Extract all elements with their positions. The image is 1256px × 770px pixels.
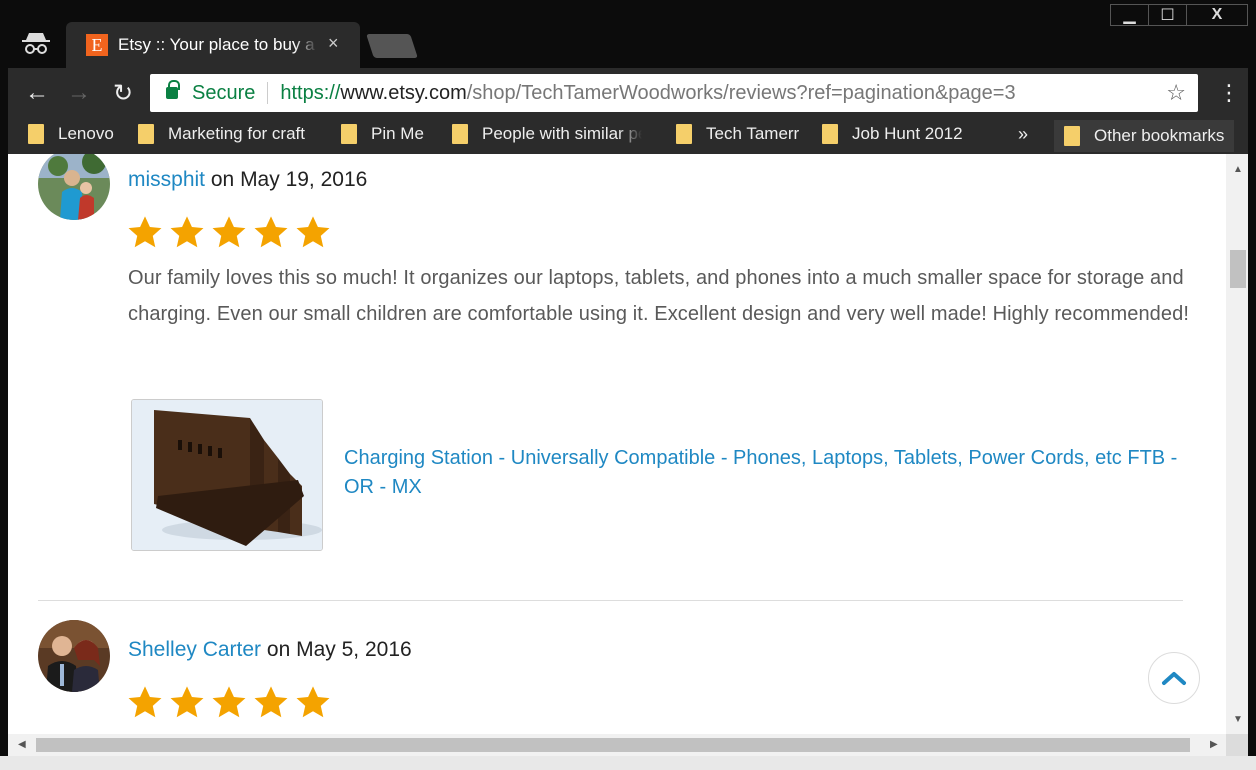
tab-title: Etsy :: Your place to buy a bbox=[118, 35, 318, 55]
menu-dots-icon[interactable]: ⋮ bbox=[1218, 78, 1240, 108]
horizontal-scrollbar[interactable]: ◀ ▶ bbox=[8, 734, 1226, 756]
other-bookmarks[interactable]: Other bookmarks bbox=[1054, 120, 1235, 152]
bookmark-label: Pin Me bbox=[371, 124, 424, 143]
avatar[interactable] bbox=[38, 620, 110, 692]
review-date: on May 19, 2016 bbox=[210, 168, 368, 191]
back-arrow-icon[interactable]: ← bbox=[22, 78, 52, 108]
etsy-favicon: E bbox=[86, 34, 108, 56]
tab-etsy[interactable]: E Etsy :: Your place to buy a × bbox=[66, 22, 360, 68]
folder-icon bbox=[138, 124, 154, 144]
star-rating bbox=[126, 214, 332, 252]
review-text: Our family loves this so much! It organi… bbox=[128, 267, 1190, 325]
vertical-scrollbar[interactable]: ▲ ▼ bbox=[1226, 154, 1248, 734]
reviewer-line: Shelley Carter on May 5, 2016 bbox=[128, 638, 412, 662]
star-rating-icon bbox=[170, 686, 204, 718]
lock-icon bbox=[166, 80, 180, 99]
folder-icon bbox=[28, 124, 44, 144]
scrollbar-corner bbox=[1226, 734, 1248, 756]
star-rating-icon bbox=[254, 686, 288, 718]
bookmark-pin-me[interactable]: Pin Me bbox=[341, 124, 424, 144]
address-separator bbox=[267, 82, 269, 104]
bookmark-marketing-for-craft[interactable]: Marketing for craft bbox=[138, 124, 305, 144]
desktop-background bbox=[0, 756, 1256, 770]
folder-icon bbox=[676, 124, 692, 144]
toolbar: ← → ↻ Secure https://www.etsy.com/shop/T… bbox=[8, 68, 1248, 118]
close-window-button[interactable]: X bbox=[1186, 4, 1248, 26]
bookmarks-overflow-icon[interactable]: » bbox=[1018, 124, 1028, 145]
browser-window: ▁ ☐ X E Etsy :: Your place to buy a × ← … bbox=[0, 0, 1256, 770]
avatar[interactable] bbox=[38, 154, 110, 220]
page-viewport: missphit on May 19, 2016 Our family love… bbox=[8, 154, 1226, 734]
url-path: /shop/TechTamerWoodworks/reviews?ref=pag… bbox=[466, 81, 1016, 104]
star-rating-icon bbox=[170, 216, 204, 248]
star-rating-icon bbox=[254, 216, 288, 248]
other-bookmarks-label: Other bookmarks bbox=[1094, 126, 1225, 145]
vertical-scroll-thumb[interactable] bbox=[1230, 250, 1246, 288]
reviewer-name-link[interactable]: missphit bbox=[128, 168, 205, 191]
chevron-up-icon bbox=[1162, 672, 1186, 685]
scroll-up-arrow-icon[interactable]: ▲ bbox=[1233, 164, 1243, 175]
new-tab-button[interactable] bbox=[366, 34, 418, 58]
maximize-button[interactable]: ☐ bbox=[1148, 4, 1186, 26]
bookmark-label: Marketing for craft bbox=[168, 124, 305, 143]
star-rating-icon bbox=[212, 216, 246, 248]
horizontal-scroll-thumb[interactable] bbox=[36, 738, 1190, 752]
bookmark-label: Tech Tamerr bbox=[706, 124, 800, 143]
url-scheme: https:// bbox=[280, 81, 341, 104]
forward-arrow-icon[interactable]: → bbox=[64, 78, 94, 108]
bookmark-label: People with similar pe bbox=[482, 124, 642, 144]
url-host: www.etsy.com bbox=[340, 81, 467, 104]
bookmark-label: Lenovo bbox=[58, 124, 114, 143]
scroll-to-top-button[interactable] bbox=[1148, 652, 1200, 704]
product-link[interactable]: Charging Station - Universally Compatibl… bbox=[344, 444, 1204, 502]
scroll-down-arrow-icon[interactable]: ▼ bbox=[1233, 714, 1243, 725]
minimize-button[interactable]: ▁ bbox=[1110, 4, 1148, 26]
star-rating-icon bbox=[128, 686, 162, 718]
star-rating bbox=[126, 684, 332, 722]
address-bar[interactable]: Secure https://www.etsy.com/shop/TechTam… bbox=[150, 74, 1198, 112]
security-label: Secure bbox=[192, 81, 256, 104]
folder-icon bbox=[341, 124, 357, 144]
scroll-right-arrow-icon[interactable]: ▶ bbox=[1210, 739, 1218, 750]
incognito-icon[interactable] bbox=[20, 30, 52, 56]
bookmark-people-with-similar[interactable]: People with similar pe bbox=[452, 124, 642, 144]
reviewer-line: missphit on May 19, 2016 bbox=[128, 168, 367, 192]
bookmark-lenovo[interactable]: Lenovo bbox=[28, 124, 114, 144]
scroll-left-arrow-icon[interactable]: ◀ bbox=[18, 739, 26, 750]
review-divider bbox=[38, 600, 1183, 601]
reload-icon[interactable]: ↻ bbox=[108, 78, 138, 108]
product-thumbnail[interactable] bbox=[131, 399, 323, 551]
bookmark-star-icon[interactable]: ☆ bbox=[1166, 80, 1186, 106]
bookmark-label: Job Hunt 2012 bbox=[852, 124, 963, 143]
window-controls: ▁ ☐ X bbox=[1110, 4, 1248, 26]
review-date: on May 5, 2016 bbox=[266, 638, 412, 661]
reviewer-name-link[interactable]: Shelley Carter bbox=[128, 638, 261, 661]
folder-icon bbox=[1064, 126, 1080, 146]
bookmark-tech-tamerr[interactable]: Tech Tamerr bbox=[676, 124, 799, 144]
tab-close-icon[interactable]: × bbox=[328, 33, 339, 54]
bookmark-job-hunt-2012[interactable]: Job Hunt 2012 bbox=[822, 124, 963, 144]
bookmarks-bar: Lenovo Marketing for craft Pin Me People… bbox=[8, 118, 1248, 154]
star-rating-icon bbox=[212, 686, 246, 718]
star-rating-icon bbox=[296, 216, 330, 248]
folder-icon bbox=[452, 124, 468, 144]
star-rating-icon bbox=[128, 216, 162, 248]
star-rating-icon bbox=[296, 686, 330, 718]
folder-icon bbox=[822, 124, 838, 144]
